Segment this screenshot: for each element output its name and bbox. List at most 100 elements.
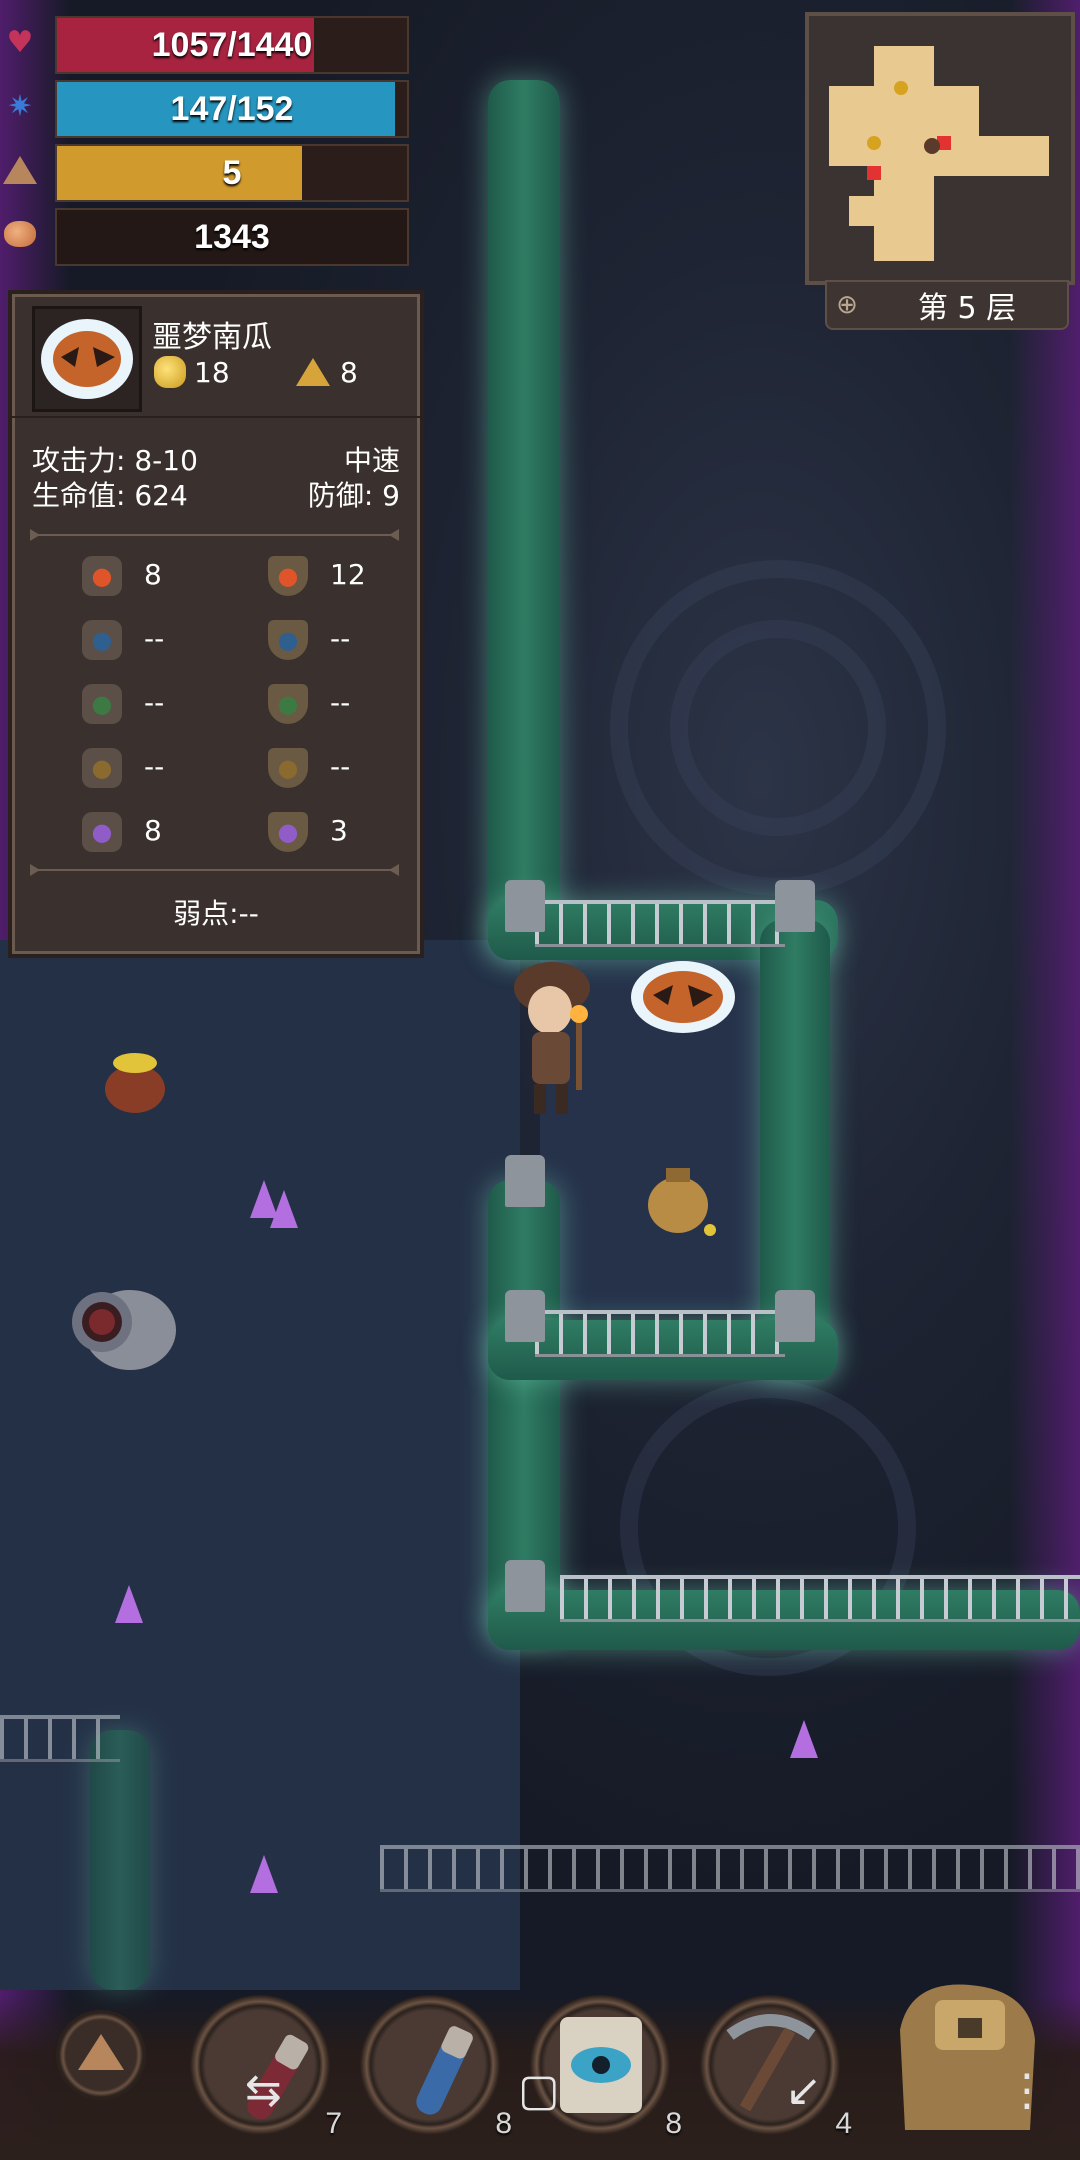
monster-weakness: 弱点:-- (173, 897, 259, 930)
minimap-gold-marker (894, 81, 908, 95)
hedge-wall (488, 80, 560, 960)
monster-speed: 中速 (343, 444, 400, 477)
gold-bar: 1343 (55, 208, 409, 266)
water-defense-value: -- (330, 622, 351, 655)
stone-post (505, 1155, 545, 1207)
purple-crystal[interactable] (115, 1585, 143, 1623)
maple-defense-icon: ● (268, 748, 308, 788)
fire-attack-icon: ● (82, 556, 122, 596)
iron-fence (535, 1310, 785, 1357)
void-swirl (670, 620, 886, 836)
mp-text: 147/152 (170, 90, 294, 128)
monster-portrait (32, 306, 142, 412)
water-attack-icon: ● (82, 620, 122, 660)
minimap-room (924, 86, 979, 146)
triangle-icon (2, 152, 38, 188)
blue-potion-count: 8 (495, 2107, 512, 2140)
hp-text: 1057/1440 (151, 26, 313, 64)
water-defense-icon: ● (268, 620, 308, 660)
divider (30, 864, 399, 876)
ore-icon (2, 216, 38, 252)
gold-text: 1343 (194, 218, 270, 256)
maple-attack-icon: ● (82, 748, 122, 788)
eye-scroll-count: 8 (665, 2107, 682, 2140)
earth-defense-value: -- (330, 750, 351, 783)
monster-hp: 生命值: 624 (32, 479, 188, 512)
stone-post (775, 880, 815, 932)
menu-nav-icon[interactable]: ⋮ (1005, 2065, 1049, 2116)
purple-crystal[interactable] (270, 1190, 298, 1228)
earth-attack-value: -- (144, 750, 165, 783)
leaf-defense-icon: ● (268, 684, 308, 724)
level-text: 5 (222, 154, 242, 192)
nature-defense-value: -- (330, 686, 351, 719)
sparkle-icon: ✷ (7, 88, 33, 124)
monster-name: 噩梦南瓜 (152, 320, 272, 355)
floor-area (0, 940, 520, 1990)
floor-label-text: 第 5 层 (917, 291, 1017, 326)
shadow-attack-value: 8 (144, 814, 162, 847)
red-potion-count: 7 (325, 2107, 342, 2140)
grub-worm-monster[interactable] (60, 1280, 180, 1390)
nature-attack-value: -- (144, 686, 165, 719)
blue-potion-icon (416, 2026, 473, 2115)
hp-bar-row: ♥ 1057/1440 (0, 14, 420, 74)
minimap[interactable] (805, 12, 1075, 285)
resistance-row-nature: ● -- ● -- (72, 682, 392, 732)
gold-sack[interactable] (100, 1045, 170, 1115)
minimap-gold-marker (867, 136, 881, 150)
resistance-row-earth: ● -- ● -- (72, 746, 392, 796)
player-hero (514, 962, 590, 1114)
resistance-row-fire: ● 8 ● 12 (72, 554, 392, 604)
stone-post (775, 1290, 815, 1342)
floor-indicator[interactable]: ⊕ 第 5 层 (825, 280, 1069, 330)
triangle-up-icon (78, 2034, 124, 2070)
monster-attack: 攻击力: 8-10 (32, 444, 198, 477)
back-nav-icon[interactable]: ⇆ (245, 2065, 282, 2116)
heart-icon: ♥ (6, 24, 34, 60)
panel-separator (12, 416, 420, 418)
gold-reward-icon (154, 356, 186, 388)
resistance-row-water: ● -- ● -- (72, 618, 392, 668)
purple-crystal[interactable] (790, 1720, 818, 1758)
recent-nav-icon[interactable]: ↙ (785, 2065, 822, 2116)
level-bar: 5 (55, 144, 409, 202)
leaf-attack-icon: ● (82, 684, 122, 724)
monster-defense: 防御: 9 (307, 479, 400, 512)
clay-urn[interactable] (640, 1160, 720, 1240)
resistance-row-shadow: ● 8 ● 3 (72, 810, 392, 860)
water-attack-value: -- (144, 622, 165, 655)
fire-defense-value: 12 (330, 558, 366, 591)
minimap-room (849, 196, 879, 226)
divider (30, 529, 399, 541)
stone-post (505, 1560, 545, 1612)
monster-exp: 8 (340, 356, 358, 389)
hp-bar: 1057/1440 (55, 16, 409, 74)
minimap-enemy-marker (867, 166, 881, 180)
mp-bar: 147/152 (55, 80, 409, 138)
pickaxe-count: 4 (835, 2107, 852, 2140)
hedge-wall (90, 1730, 150, 1990)
gold-row: 1343 (0, 206, 420, 266)
magnifier-icon[interactable]: ⊕ (827, 290, 867, 320)
purple-crystal[interactable] (250, 1855, 278, 1893)
minimap-player-marker (924, 138, 940, 154)
shadow-defense-value: 3 (330, 814, 348, 847)
monster-info-panel: 噩梦南瓜 18 8 攻击力: 8-10 中速 生命值: 624 防御: 9 ● … (8, 290, 424, 958)
stone-post (505, 1290, 545, 1342)
iron-fence (535, 900, 785, 947)
mp-bar-row: ✷ 147/152 (0, 78, 420, 138)
nightmare-pumpkin-monster[interactable] (628, 955, 738, 1035)
fire-defense-icon: ● (268, 556, 308, 596)
level-bar-row: 5 (0, 142, 420, 202)
iron-fence (560, 1575, 1080, 1622)
shadow-defense-icon: ● (268, 812, 308, 852)
blue-potion-slot[interactable]: 8 (360, 1995, 512, 2140)
exp-reward-icon (296, 358, 330, 386)
iron-fence (0, 1715, 120, 1762)
monster-gold: 18 (194, 356, 230, 389)
shadow-attack-icon: ● (82, 812, 122, 852)
home-nav-icon[interactable]: ▢ (518, 2065, 560, 2116)
stone-post (505, 880, 545, 932)
stairs-up-button[interactable] (56, 2010, 146, 2100)
